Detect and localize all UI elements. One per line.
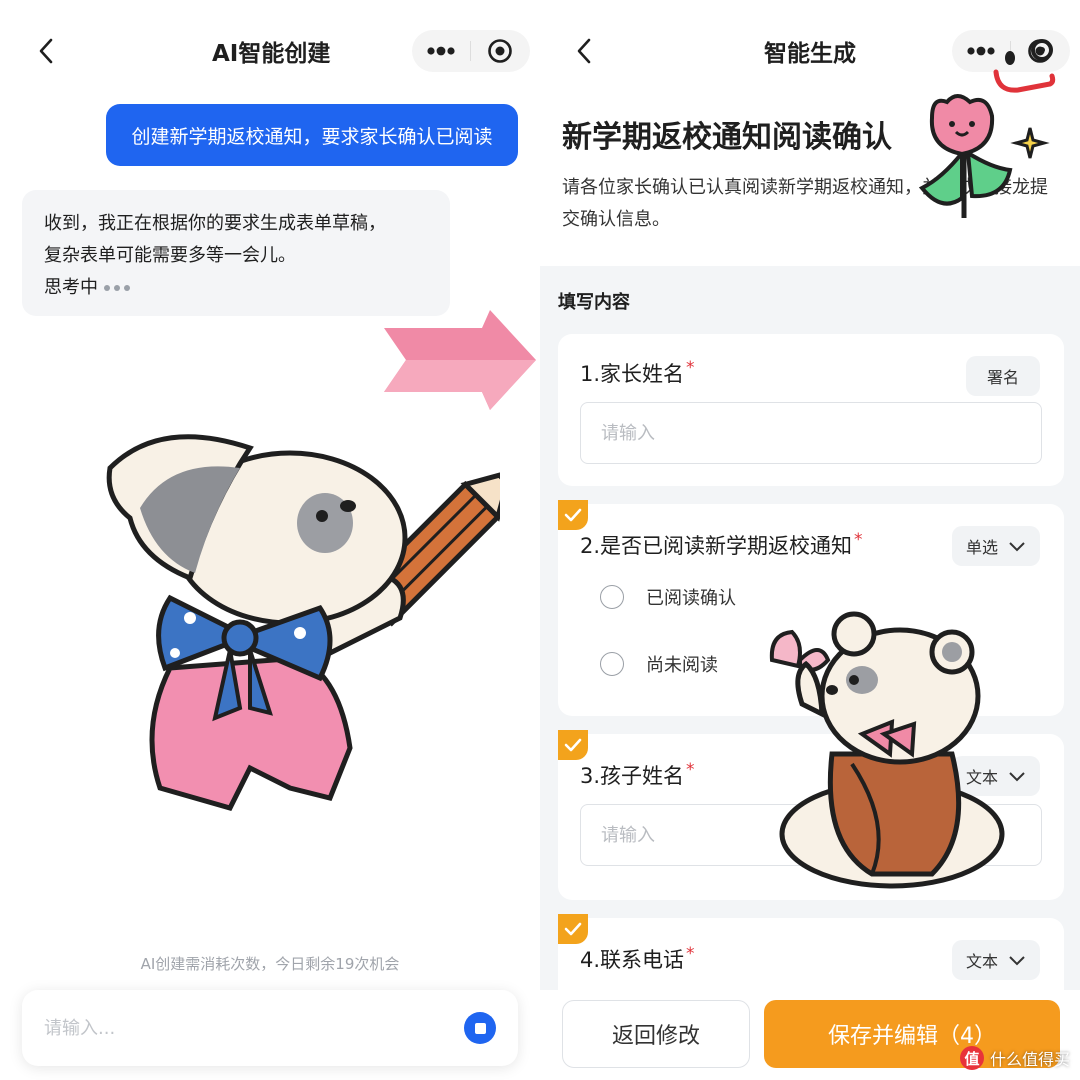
pink-arrow-sticker [384, 310, 536, 410]
smart-generate-screen: 智能生成 新学期返校通知阅读确认 请各位家长确认已认真阅读新学期返校通知，并完成… [540, 0, 1080, 1080]
radio-option[interactable]: 已阅读确认 [600, 584, 736, 610]
section-label: 填写内容 [558, 292, 630, 313]
thinking-indicator: 思考中 [44, 272, 428, 304]
form-title: 新学期返校通知阅读确认 [562, 120, 892, 155]
chat-input-bar [22, 990, 518, 1066]
radio-circle-icon [600, 585, 624, 609]
page-title: 智能生成 [764, 41, 856, 67]
more-dots-icon[interactable] [412, 30, 470, 72]
question-card-1: 1.家长姓名 * 署名 [558, 334, 1064, 486]
check-badge-icon [558, 500, 588, 530]
page-title: AI智能创建 [212, 41, 331, 67]
question-title: 4.联系电话 * [580, 944, 695, 972]
ai-response-bubble: 收到，我正在根据你的要求生成表单草稿， 复杂表单可能需要多等一会儿。 思考中 [22, 190, 450, 316]
question-type-selector[interactable]: 单选 [951, 526, 1040, 566]
ai-create-screen: AI智能创建 创建新学期返校通知，要求家长确认已阅读 收到，我正在根据你的要求生… [0, 0, 540, 1080]
chevron-down-icon [1009, 542, 1025, 552]
watermark: 值 什么值得买 [959, 1046, 1070, 1070]
check-badge-icon [558, 730, 588, 760]
ai-response-line-1: 收到，我正在根据你的要求生成表单草稿， [44, 213, 386, 234]
question-type-selector[interactable]: 文本 [951, 940, 1040, 980]
chat-input[interactable] [44, 1017, 464, 1039]
watermark-text: 什么值得买 [989, 1050, 1070, 1069]
loading-dots-icon [104, 285, 130, 291]
user-message-bubble: 创建新学期返校通知，要求家长确认已阅读 [106, 104, 518, 166]
required-mark: * [854, 530, 863, 550]
back-arrow-icon[interactable] [570, 36, 600, 66]
thinking-label: 思考中 [44, 277, 98, 298]
stop-generation-button[interactable] [464, 1012, 496, 1044]
mini-program-capsule [412, 30, 530, 72]
question-type-selector[interactable]: 署名 [966, 356, 1040, 396]
radio-option[interactable]: 尚未阅读 [600, 651, 718, 677]
puppy-pencil-sticker [106, 434, 500, 811]
required-mark: * [686, 760, 695, 780]
parent-name-field[interactable] [580, 402, 1042, 464]
back-arrow-icon[interactable] [32, 36, 62, 66]
chevron-down-icon [1009, 956, 1025, 966]
ai-response-line-2: 复杂表单可能需要多等一会儿。 [44, 245, 296, 266]
required-mark: * [686, 944, 695, 964]
check-badge-icon [558, 914, 588, 944]
stop-icon [474, 1022, 486, 1034]
question-title: 2.是否已阅读新学期返校通知 * [580, 530, 863, 558]
question-title: 1.家长姓名 * [580, 358, 695, 386]
quota-notice: AI创建需消耗次数，今日剩余19次机会 [140, 955, 400, 973]
close-target-icon[interactable] [471, 30, 529, 72]
required-mark: * [686, 358, 695, 378]
return-edit-button[interactable]: 返回修改 [562, 1000, 750, 1068]
watermark-logo: 值 [959, 1046, 984, 1070]
bear-butterfly-sticker [769, 611, 1005, 889]
question-title: 3.孩子姓名 * [580, 760, 695, 788]
tulip-sticker [918, 94, 1050, 218]
radio-circle-icon [600, 652, 624, 676]
